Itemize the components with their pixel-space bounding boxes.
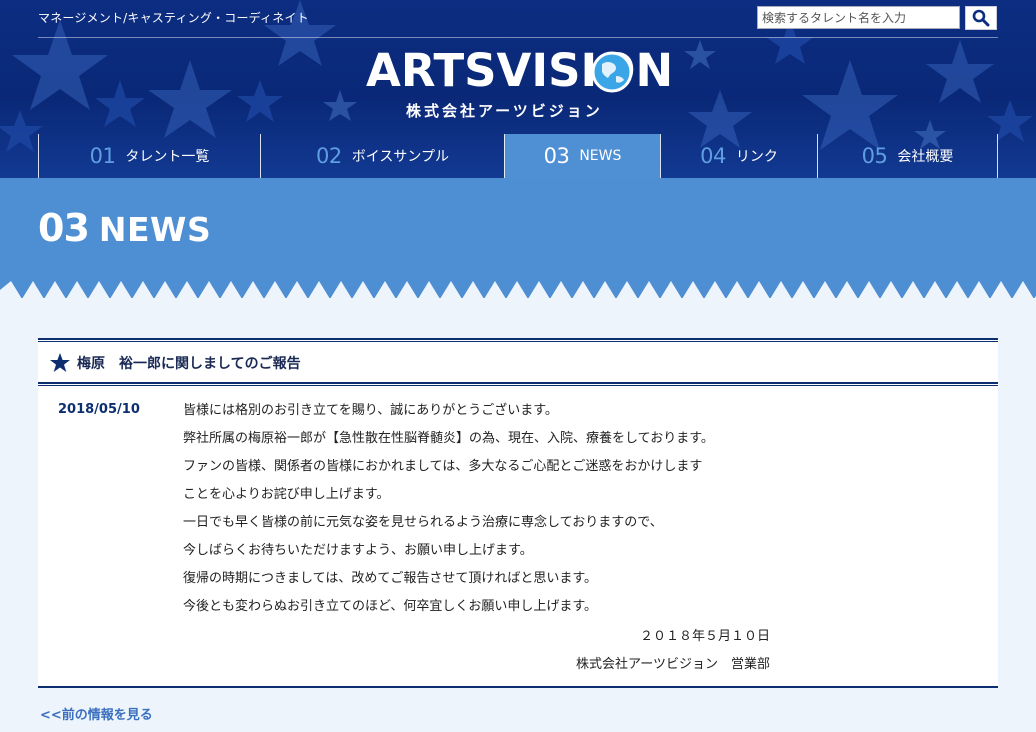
page-title-number: 03 [38,206,90,250]
nav-item-number: 03 [543,144,570,168]
header-divider [38,37,998,38]
globe-icon [591,51,633,93]
signature-date: ２０１８年５月１０日 [639,629,770,644]
zigzag-divider [0,281,1036,301]
nav-item-news[interactable]: 03 NEWS [504,134,660,178]
article-line: ことを心よりお詫び申し上げます。 [183,487,390,502]
nav-item-talent-list[interactable]: 01 タレント一覧 [38,134,260,178]
star-icon [50,353,70,372]
nav-item-number: 02 [316,144,342,168]
article-top-rule [38,338,998,342]
article-line: ファンの皆様、関係者の皆様におかれましては、多大なるご心配とご迷惑をおかけします [183,459,703,474]
article-header-rule [38,382,998,386]
nav-item-number: 04 [700,144,726,168]
article-title: 梅原 裕一郎に関しましてのご報告 [77,356,301,372]
signature-org: 株式会社アーツビジョン 営業部 [576,657,770,672]
article-body: 皆様には格別のお引き立てを賜り、誠にありがとうございます。 弊社所属の梅原裕一郎… [183,397,783,621]
search-icon [972,9,990,27]
nav-item-voice-sample[interactable]: 02 ボイスサンプル [260,134,504,178]
nav-item-label: タレント一覧 [125,149,210,165]
article-line: 復帰の時期につきましては、改めてご報告させて頂ければと思います。 [183,571,598,586]
site-header: マネージメント/キャスティング・コーディネイト ARTSVISION 株式会社ア… [0,0,1036,180]
article-date: 2018/05/10 [58,402,140,417]
page-title-label: NEWS [98,210,212,249]
search-button[interactable] [965,6,997,30]
article-line: 今後とも変わらぬお引き立てのほど、何卒宜しくお願い申し上げます。 [183,599,598,614]
logo-company-name: 株式会社アーツビジョン [406,102,603,120]
site-tagline: マネージメント/キャスティング・コーディネイト [38,11,309,25]
nav-item-label: ボイスサンプル [351,149,449,165]
nav-item-links[interactable]: 04 リンク [660,134,817,178]
page-title: 03 NEWS [38,206,211,250]
article-line: 一日でも早く皆様の前に元気な姿を見せられるよう治療に専念しておりますので、 [183,515,663,530]
article-header: 梅原 裕一郎に関しましてのご報告 [38,344,998,382]
previous-news-link[interactable]: <<前の情報を見る [40,704,153,723]
nav-item-number: 05 [861,144,888,168]
nav-item-label: リンク [735,149,778,165]
nav-item-number: 01 [89,144,116,168]
nav-item-company[interactable]: 05 会社概要 [817,134,998,178]
nav-item-label: NEWS [579,148,622,164]
article-line: 今しばらくお待ちいただけますよう、お願い申し上げます。 [183,543,533,558]
article-line: 皆様には格別のお引き立てを賜り、誠にありがとうございます。 [183,403,558,418]
artsvision-logo[interactable]: ARTSVISION 株式会社アーツビジョン [366,46,673,124]
article-line: 弊社所属の梅原裕一郎が【急性散在性脳脊髄炎】の為、現在、入院、療養をしております… [183,431,714,446]
main-nav: 01 タレント一覧 02 ボイスサンプル 03 NEWS 04 リンク 05 会… [38,134,998,178]
news-article: 梅原 裕一郎に関しましてのご報告 2018/05/10 皆様には格別のお引き立て… [38,338,998,688]
talent-search-input[interactable] [757,6,960,29]
nav-item-label: 会社概要 [897,149,954,165]
article-bottom-rule [38,686,998,688]
